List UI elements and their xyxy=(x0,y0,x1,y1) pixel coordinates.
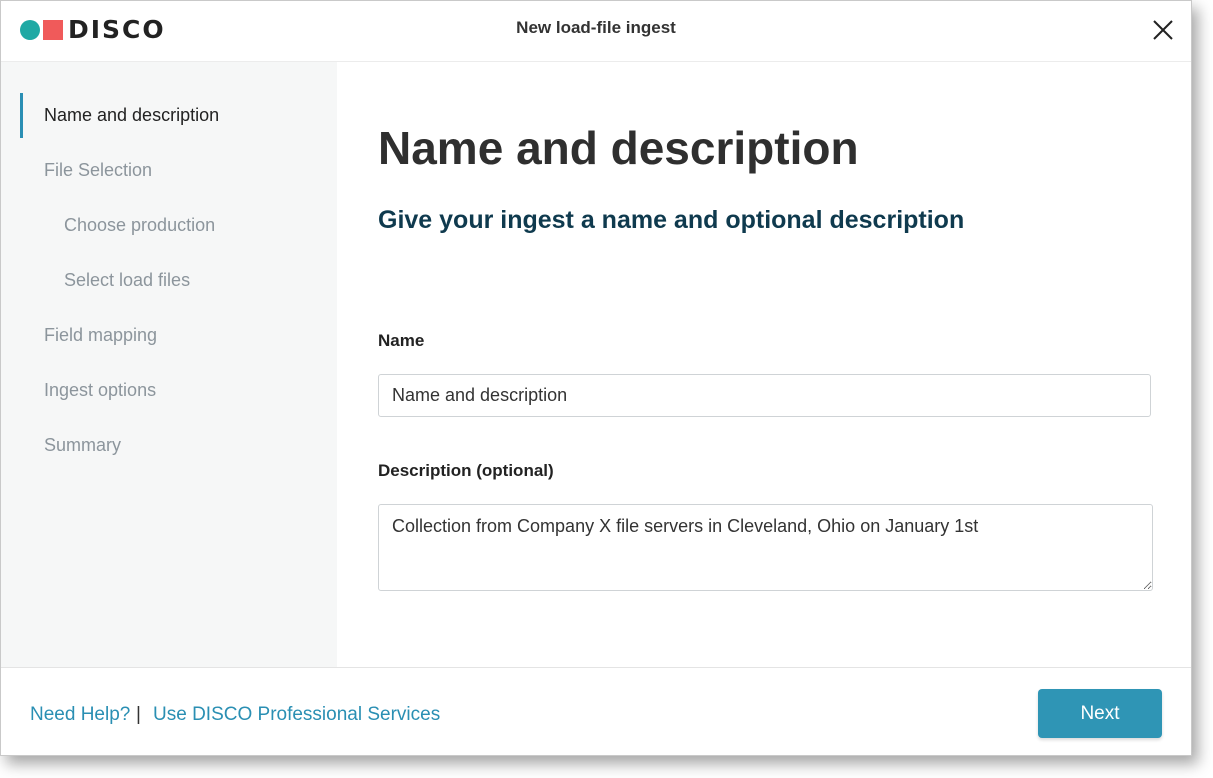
sidebar-item-file-selection[interactable]: File Selection xyxy=(44,148,152,192)
sidebar-item-name-and-description[interactable]: Name and description xyxy=(44,93,219,137)
description-textarea[interactable]: Collection from Company X file servers i… xyxy=(378,504,1153,591)
dialog-footer: Need Help? | Use DISCO Professional Serv… xyxy=(1,667,1191,755)
description-label: Description (optional) xyxy=(378,461,554,480)
dialog-title: New load-file ingest xyxy=(516,18,676,37)
sidebar-item-summary[interactable]: Summary xyxy=(44,423,121,467)
active-step-indicator xyxy=(20,93,23,138)
footer-separator: | xyxy=(136,704,141,725)
page-title: Name and description xyxy=(378,122,859,174)
dialog-header: DISCO New load-file ingest xyxy=(1,1,1191,62)
page-subtitle: Give your ingest a name and optional des… xyxy=(378,206,965,234)
close-button[interactable] xyxy=(1152,19,1174,41)
sidebar-item-select-load-files[interactable]: Select load files xyxy=(64,258,190,302)
professional-services-link[interactable]: Use DISCO Professional Services xyxy=(153,704,440,726)
need-help-link[interactable]: Need Help? xyxy=(30,704,130,726)
steps-sidebar: Name and description File Selection Choo… xyxy=(1,62,337,667)
main-content: Name and description Give your ingest a … xyxy=(338,62,1191,667)
sidebar-item-field-mapping[interactable]: Field mapping xyxy=(44,313,157,357)
name-label: Name xyxy=(378,331,425,350)
ingest-dialog: DISCO New load-file ingest Name and desc… xyxy=(0,0,1192,756)
sidebar-item-ingest-options[interactable]: Ingest options xyxy=(44,368,156,412)
close-icon xyxy=(1153,20,1173,40)
sidebar-item-choose-production[interactable]: Choose production xyxy=(64,203,215,247)
next-button[interactable]: Next xyxy=(1038,689,1162,738)
name-input[interactable] xyxy=(378,374,1151,417)
